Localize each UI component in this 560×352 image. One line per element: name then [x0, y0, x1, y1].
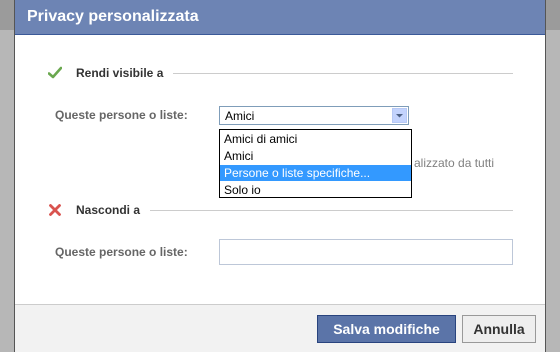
- cancel-button[interactable]: Annulla: [462, 315, 536, 343]
- hide-section-header: Nascondi a: [48, 203, 513, 217]
- hide-section-heading: Nascondi a: [76, 203, 141, 217]
- backdrop-right-edge: [546, 30, 560, 352]
- cross-icon: [48, 203, 62, 217]
- select-current-value: Amici: [225, 109, 255, 123]
- visible-section-header: Rendi visibile a: [47, 66, 513, 80]
- option-solo-io[interactable]: Solo io: [220, 182, 411, 198]
- section-divider: [150, 209, 513, 211]
- dialog-title: Privacy personalizzata: [27, 8, 199, 25]
- audience-dropdown-list: Amici di amici Amici Persone o liste spe…: [219, 129, 412, 198]
- visible-section-heading: Rendi visibile a: [76, 66, 164, 80]
- hide-from-input[interactable]: [219, 239, 513, 265]
- hide-field-label: Queste persone o liste:: [55, 245, 188, 259]
- chevron-down-icon[interactable]: [392, 108, 407, 123]
- check-icon: [47, 66, 63, 80]
- dialog-footer: Salva modifiche Annulla: [15, 304, 545, 352]
- option-amici-di-amici[interactable]: Amici di amici: [220, 131, 411, 147]
- visible-audience-select[interactable]: Amici: [219, 106, 409, 125]
- section-divider: [173, 72, 513, 74]
- privacy-dialog: Privacy personalizzata Rendi visibile a …: [14, 0, 546, 352]
- option-amici[interactable]: Amici: [220, 148, 411, 164]
- save-changes-button[interactable]: Salva modifiche: [317, 315, 456, 343]
- dialog-title-bar: Privacy personalizzata: [15, 0, 545, 35]
- visibility-hint-text: alizzato da tutti: [414, 156, 495, 170]
- option-persone-specifiche[interactable]: Persone o liste specifiche...: [220, 165, 411, 181]
- visible-field-label: Queste persone o liste:: [55, 108, 188, 122]
- backdrop-left-edge: [0, 30, 14, 352]
